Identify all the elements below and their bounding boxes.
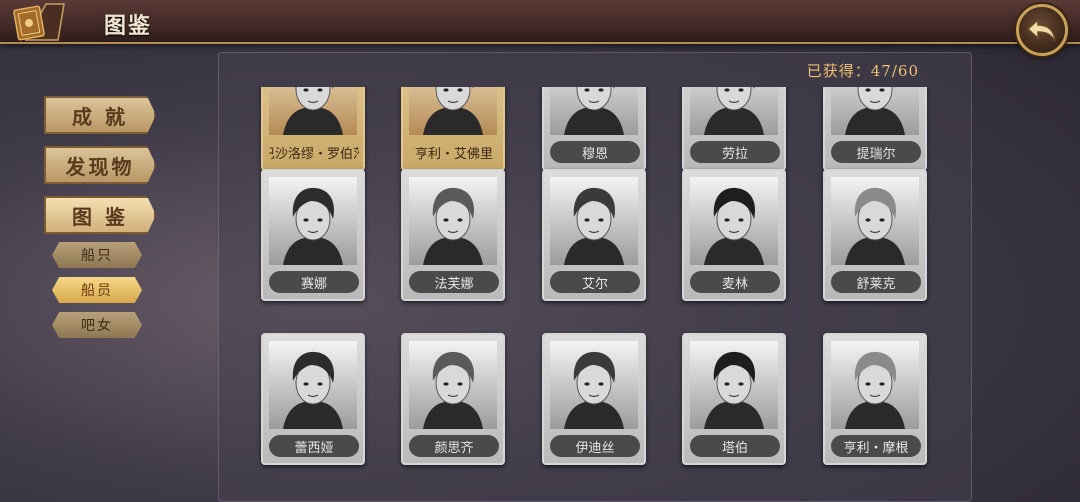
crew-name-label: 颜思齐 — [409, 435, 499, 457]
crew-portrait — [550, 87, 638, 135]
crew-portrait — [690, 177, 778, 265]
crew-card[interactable]: 亨利・艾佛里 — [401, 87, 505, 171]
crew-portrait — [831, 87, 919, 135]
crew-card[interactable]: 劳拉 — [682, 87, 786, 171]
crew-card[interactable]: 艾尔 — [542, 169, 646, 301]
nav-achievements[interactable]: 成 就 — [44, 96, 156, 134]
crew-name-label: 塔伯 — [690, 435, 780, 457]
nav-codex[interactable]: 图 鉴 — [44, 196, 156, 234]
collected-counter: 已获得：47/60 — [806, 62, 919, 80]
crew-card[interactable]: 麦林 — [682, 169, 786, 301]
crew-card[interactable]: 法芙娜 — [401, 169, 505, 301]
crew-name-label: 法芙娜 — [409, 271, 499, 293]
crew-card-grid[interactable]: 巴沙洛缪・罗伯茨 亨利・艾佛里 穆恩 劳拉 提瑞尔赛娜 法芙娜 艾尔 麦林 舒莱克蕾西娅 颜思齐 伊… — [219, 87, 971, 501]
crew-name-label: 伊迪丝 — [550, 435, 640, 457]
nav-achievements-label: 成 就 — [72, 104, 128, 129]
crew-name-label: 艾尔 — [550, 271, 640, 293]
page-title: 图鉴 — [104, 13, 153, 39]
nav-sub-ships-label: 船只 — [81, 248, 113, 264]
nav-sub-crew-label: 船员 — [81, 283, 113, 299]
back-arrow-icon — [1026, 18, 1056, 42]
crew-name-label: 舒莱克 — [831, 271, 921, 293]
crew-portrait — [690, 341, 778, 429]
codex-book-icon — [4, 2, 68, 42]
collection-panel: 已获得：47/60 巴沙洛缪・罗伯茨 亨利・艾佛里 穆恩 劳拉 提瑞尔赛娜 法芙娜 艾尔 麦林… — [218, 52, 972, 502]
back-button[interactable] — [1016, 4, 1068, 56]
crew-card[interactable]: 颜思齐 — [401, 333, 505, 465]
nav-discoveries[interactable]: 发现物 — [44, 146, 156, 184]
nav-sub-ships[interactable]: 船只 — [52, 242, 142, 268]
nav-sub-barmaids-label: 吧女 — [81, 318, 113, 334]
crew-portrait — [409, 177, 497, 265]
crew-name-label: 蕾西娅 — [269, 435, 359, 457]
crew-portrait — [409, 87, 497, 135]
crew-card[interactable]: 赛娜 — [261, 169, 365, 301]
nav-codex-label: 图 鉴 — [72, 204, 128, 229]
crew-card[interactable]: 蕾西娅 — [261, 333, 365, 465]
crew-portrait — [269, 87, 357, 135]
crew-portrait — [690, 87, 778, 135]
crew-name-label: 亨利・摩根 — [831, 435, 921, 457]
crew-portrait — [269, 177, 357, 265]
crew-name-label: 穆恩 — [550, 141, 640, 163]
crew-name-label: 亨利・艾佛里 — [414, 146, 493, 162]
crew-card[interactable]: 穆恩 — [542, 87, 646, 171]
nav-sub-crew[interactable]: 船员 — [52, 277, 142, 303]
crew-portrait — [550, 341, 638, 429]
crew-card[interactable]: 提瑞尔 — [823, 87, 927, 171]
crew-portrait — [409, 341, 497, 429]
crew-name-label: 赛娜 — [269, 271, 359, 293]
crew-card[interactable]: 亨利・摩根 — [823, 333, 927, 465]
crew-card[interactable]: 舒莱克 — [823, 169, 927, 301]
crew-name-label: 麦林 — [690, 271, 780, 293]
crew-name-label: 劳拉 — [690, 141, 780, 163]
crew-portrait — [831, 341, 919, 429]
crew-portrait — [831, 177, 919, 265]
crew-name-label: 巴沙洛缪・罗伯茨 — [269, 146, 359, 162]
crew-name-label: 提瑞尔 — [831, 141, 921, 163]
crew-card[interactable]: 巴沙洛缪・罗伯茨 — [261, 87, 365, 171]
crew-card[interactable]: 伊迪丝 — [542, 333, 646, 465]
crew-portrait — [269, 341, 357, 429]
top-bar: 图鉴 — [0, 0, 1080, 44]
nav-sub-barmaids[interactable]: 吧女 — [52, 312, 142, 338]
crew-card[interactable]: 塔伯 — [682, 333, 786, 465]
nav-discoveries-label: 发现物 — [65, 154, 135, 179]
crew-portrait — [550, 177, 638, 265]
